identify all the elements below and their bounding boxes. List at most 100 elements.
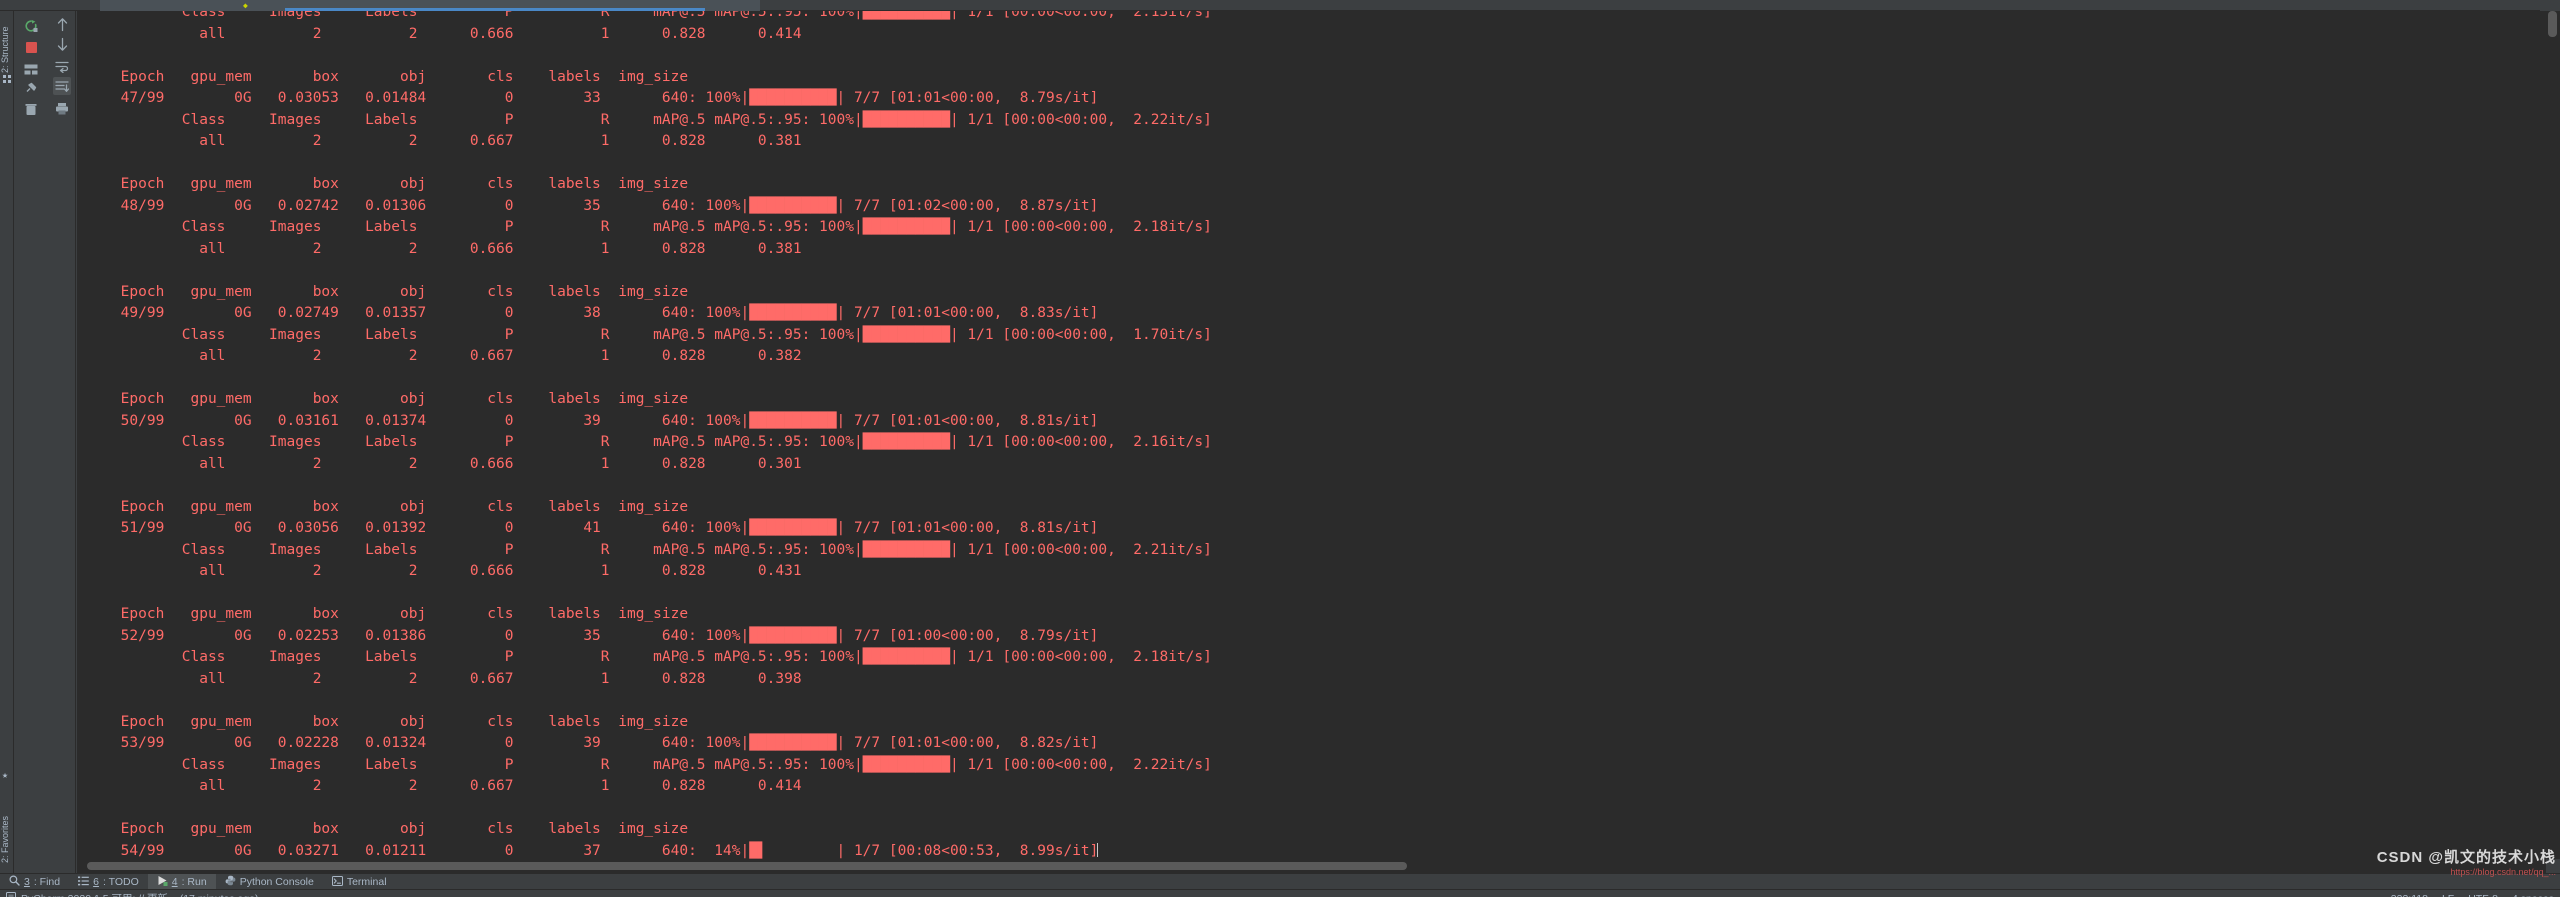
console-line: Class Images Labels P R mAP@.5 mAP@.5:.9…	[77, 11, 1212, 20]
rerun-button[interactable]	[22, 17, 40, 35]
console-line: Epoch gpu_mem box obj cls labels img_siz…	[77, 283, 689, 300]
run-triangle-icon	[157, 875, 168, 888]
tool-window-shortcut-number: 3	[24, 875, 30, 888]
watermark-line1: CSDN @凯文的技术小栈	[2376, 849, 2556, 866]
tool-window-python-console[interactable]: Python Console	[216, 874, 323, 890]
editor-tabs[interactable]: ◆	[100, 0, 760, 11]
indent-setting[interactable]: 4 spaces	[2512, 893, 2554, 897]
layout-icon	[24, 64, 38, 75]
run-toolbar-primary	[15, 11, 46, 873]
soft-wrap-button[interactable]	[53, 57, 71, 75]
status-bar: PyCharm 2020.1.5 可用: // 更新... (17 minute…	[0, 889, 2560, 897]
console-line: Class Images Labels P R mAP@.5 mAP@.5:.9…	[77, 326, 1212, 343]
console-line: Class Images Labels P R mAP@.5 mAP@.5:.9…	[77, 649, 1212, 665]
watermark-line2: https://blog.csdn.net/qq_...	[2450, 867, 2556, 877]
console-line: 49/99 0G 0.02749 0.01357 0 38 640: 100%|…	[77, 305, 1099, 321]
pin-button[interactable]	[22, 79, 40, 97]
console-line: all 2 2 0.666 1 0.828 0.381	[77, 240, 802, 257]
console-line: Class Images Labels P R mAP@.5 mAP@.5:.9…	[77, 434, 1212, 450]
file-encoding[interactable]: UTF-8	[2468, 893, 2498, 897]
console-line: Epoch gpu_mem box obj cls labels img_siz…	[77, 391, 689, 407]
console-line: all 2 2 0.666 1 0.828 0.431	[77, 563, 802, 579]
console-line: all 2 2 0.667 1 0.828 0.398	[77, 670, 802, 687]
search-icon	[9, 875, 20, 888]
bottom-tool-window-bar: 3: Find 6: TODO 4: Run Python Console Termin…	[0, 873, 2560, 890]
left-tool-window-strip: 2: Structure ★ 2: Favorites	[0, 11, 14, 873]
console-horizontal-scrollbar[interactable]	[77, 859, 2546, 873]
tool-window-label: : Find	[33, 875, 61, 888]
pin-icon	[26, 82, 37, 92]
tool-window-label: : Run	[181, 875, 207, 888]
console-line: all 2 2 0.667 1 0.828 0.381	[77, 133, 802, 149]
run-toolbar-secondary	[46, 11, 76, 873]
console-line: 52/99 0G 0.02253 0.01386 0 35 640: 100%|…	[77, 627, 1099, 644]
tool-window-label: Python Console	[239, 875, 314, 888]
console-line: all 2 2 0.667 1 0.828 0.414	[77, 778, 802, 794]
sidebar-item-favorites[interactable]: 2: Favorites	[0, 785, 14, 863]
console-horizontal-scrollbar-thumb[interactable]	[87, 862, 1407, 870]
console-line: Epoch gpu_mem box obj cls labels img_siz…	[77, 713, 689, 730]
console-line: 54/99 0G 0.03271 0.01211 0 37 640: 14%|█…	[77, 842, 1099, 859]
arrow-down-icon	[57, 37, 67, 51]
tool-window-label: : TODO	[102, 875, 139, 888]
tool-window-run[interactable]: 4: Run	[147, 873, 216, 890]
console-line: Class Images Labels P R mAP@.5 mAP@.5:.9…	[77, 219, 1212, 235]
scroll-down-button[interactable]	[53, 35, 71, 53]
sidebar-item-structure[interactable]: 2: Structure	[0, 13, 14, 73]
trash-button[interactable]	[22, 100, 40, 118]
console-line: all 2 2 0.666 1 0.828 0.301	[77, 455, 802, 472]
console-vertical-scrollbar-thumb[interactable]	[2548, 11, 2557, 37]
tool-window-todo[interactable]: 6: TODO	[69, 874, 148, 890]
notification-icon	[6, 891, 16, 897]
soft-wrap-icon	[55, 61, 69, 73]
console-line: Epoch gpu_mem box obj cls labels img_siz…	[77, 821, 689, 837]
console-line: 48/99 0G 0.02742 0.01306 0 35 640: 100%|…	[77, 197, 1099, 214]
scroll-to-end-button[interactable]	[53, 77, 71, 95]
tool-window-terminal[interactable]: Terminal	[323, 874, 396, 890]
arrow-up-icon	[57, 17, 67, 31]
python-file-icon: ◆	[243, 1, 248, 10]
console-vertical-scrollbar[interactable]	[2546, 11, 2560, 859]
console-line: 51/99 0G 0.03056 0.01392 0 41 640: 100%|…	[77, 520, 1099, 536]
printer-icon	[56, 102, 68, 114]
console-line: all 2 2 0.666 1 0.828 0.414	[77, 25, 802, 42]
stop-square-icon	[25, 41, 37, 53]
caret-position[interactable]: 333:118	[2391, 893, 2428, 897]
trash-icon	[25, 103, 37, 115]
layout-button[interactable]	[22, 61, 40, 79]
print-button[interactable]	[53, 99, 71, 117]
editor-tab-strip: ◆	[0, 0, 2560, 11]
console-line: Epoch gpu_mem box obj cls labels img_siz…	[77, 68, 689, 85]
console-line: Class Images Labels P R mAP@.5 mAP@.5:.9…	[77, 541, 1212, 558]
tool-window-shortcut-number: 6	[93, 875, 99, 888]
python-icon	[225, 875, 236, 888]
console-line: 50/99 0G 0.03161 0.01374 0 39 640: 100%|…	[77, 412, 1099, 429]
console-line: Epoch gpu_mem box obj cls labels img_siz…	[77, 498, 689, 515]
console-lines: Class Images Labels P R mAP@.5 mAP@.5:.9…	[77, 11, 2560, 859]
watermark: CSDN @凯文的技术小栈 https://blog.csdn.net/qq_.…	[2377, 846, 2556, 877]
scroll-to-end-icon	[55, 80, 69, 92]
console-line: 53/99 0G 0.02228 0.01324 0 39 640: 100%|…	[77, 735, 1099, 751]
console-line: all 2 2 0.667 1 0.828 0.382	[77, 348, 802, 364]
line-separator[interactable]: LF	[2442, 893, 2454, 897]
todo-list-icon	[78, 876, 89, 888]
console-line: Class Images Labels P R mAP@.5 mAP@.5:.9…	[77, 756, 1212, 773]
tool-window-find[interactable]: 3: Find	[0, 874, 69, 890]
stop-button[interactable]	[22, 38, 40, 56]
scroll-up-button[interactable]	[53, 15, 71, 33]
status-bar-message[interactable]: PyCharm 2020.1.5 可用: // 更新... (17 minute…	[6, 891, 259, 897]
run-console-output[interactable]: Class Images Labels P R mAP@.5 mAP@.5:.9…	[77, 11, 2560, 859]
console-caret	[1097, 842, 1099, 857]
console-line: Epoch gpu_mem box obj cls labels img_siz…	[77, 176, 689, 192]
star-icon: ★	[2, 770, 9, 781]
grid-dots-icon[interactable]	[3, 75, 11, 83]
pycharm-window: ◆ 2: Structure ★ 2: Favorites Class Imag…	[0, 0, 2560, 897]
tab-strip-right-stub	[2540, 0, 2560, 11]
console-line: Epoch gpu_mem box obj cls labels img_siz…	[77, 606, 689, 622]
